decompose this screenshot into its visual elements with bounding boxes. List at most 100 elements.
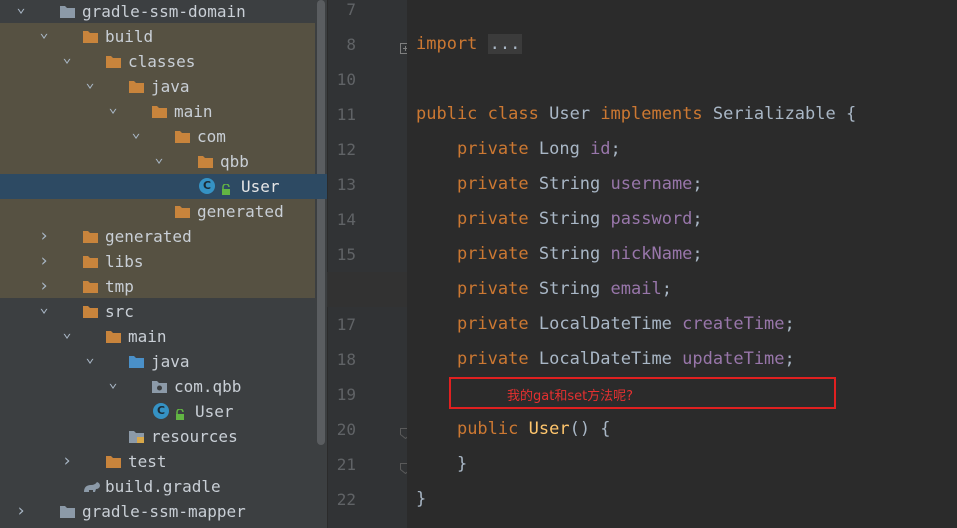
tree-item-label: main [128, 327, 167, 346]
tree-item-label: main [174, 102, 213, 121]
folder-icon [152, 105, 167, 118]
resources-folder-icon [129, 430, 144, 443]
tree-item-label: classes [128, 52, 196, 71]
folder-icon [83, 30, 98, 43]
lock-icon [221, 181, 231, 195]
chevron-down-icon[interactable]: ⌄ [105, 99, 121, 124]
source-folder-icon [129, 355, 144, 368]
chevron-down-icon[interactable]: ⌄ [13, 0, 29, 24]
line-number: 22 [336, 490, 356, 509]
tree-item-build-gradle[interactable]: build.gradle [0, 474, 327, 499]
folder-icon [83, 255, 98, 268]
line-number: 18 [336, 350, 356, 369]
line-number: 19 [336, 385, 356, 404]
tree-item-main[interactable]: ⌄ main [0, 324, 327, 349]
line-number: 15 [336, 245, 356, 264]
chevron-right-icon[interactable]: › [13, 499, 29, 524]
tree-item-label: resources [151, 427, 238, 446]
tree-item-gradle-ssm-domain[interactable]: ⌄ gradle-ssm-domain [0, 0, 327, 24]
code-line-import: import ... [416, 34, 523, 54]
chevron-down-icon[interactable]: ⌄ [59, 324, 75, 349]
tree-item-build[interactable]: ⌄ build [0, 24, 327, 49]
code-line-field-nickName: private String nickName; [456, 244, 703, 264]
code-editor[interactable]: import ... public class User implements … [407, 0, 957, 528]
folder-icon [83, 230, 98, 243]
chevron-right-icon[interactable]: › [36, 249, 52, 274]
tree-item-label: generated [197, 202, 284, 221]
chevron-right-icon[interactable]: › [59, 449, 75, 474]
module-folder-icon [60, 505, 75, 518]
chevron-down-icon[interactable]: ⌄ [59, 49, 75, 74]
folder-icon [106, 55, 121, 68]
tree-item-user[interactable]: C User [0, 174, 327, 199]
package-icon [152, 380, 167, 393]
line-number: 8 [346, 35, 356, 54]
tree-item-com-qbb[interactable]: ⌄ com.qbb [0, 374, 327, 399]
chevron-down-icon[interactable]: ⌄ [128, 124, 144, 149]
code-line-close-inner: } [456, 454, 468, 474]
chevron-down-icon[interactable]: ⌄ [82, 74, 98, 99]
code-line-field-updateTime: private LocalDateTime updateTime; [456, 349, 795, 369]
tree-item-qbb[interactable]: ⌄ qbb [0, 149, 327, 174]
chevron-right-icon[interactable]: › [36, 224, 52, 249]
code-line-field-id: private Long id; [456, 139, 621, 159]
tree-item-generated[interactable]: generated [0, 199, 327, 224]
tree-item-label: com.qbb [174, 377, 242, 396]
tree-item-generated[interactable]: › generated [0, 224, 327, 249]
tree-item-label: com [197, 127, 226, 146]
tree-item-label: java [151, 77, 190, 96]
tree-item-gradle-ssm-mapper[interactable]: › gradle-ssm-mapper [0, 499, 327, 524]
annotation-text: 我的gat和set方法呢? [507, 389, 634, 404]
folder-icon [198, 155, 213, 168]
module-folder-icon [60, 5, 75, 18]
tree-item-label: src [105, 302, 134, 321]
line-number: 11 [336, 105, 356, 124]
chevron-down-icon[interactable]: ⌄ [82, 349, 98, 374]
code-line-class-decl: public class User implements Serializabl… [416, 104, 857, 124]
tree-item-java[interactable]: ⌄ java [0, 349, 327, 374]
tree-item-label: gradle-ssm-domain [82, 2, 246, 21]
tree-item-label: tmp [105, 277, 134, 296]
tree-item-label: gradle-ssm-mapper [82, 502, 246, 521]
editor-gutter: 7810111213141516171819202122 [327, 0, 411, 528]
tree-item-test[interactable]: › test [0, 449, 327, 474]
code-line-field-username: private String username; [456, 174, 703, 194]
line-number: 17 [336, 315, 356, 334]
line-number: 21 [336, 455, 356, 474]
tree-item-label: User [195, 402, 234, 421]
tree-item-java[interactable]: ⌄ java [0, 74, 327, 99]
line-number: 12 [336, 140, 356, 159]
folder-icon [106, 330, 121, 343]
tree-item-user[interactable]: C User [0, 399, 327, 424]
line-number: 7 [346, 0, 356, 19]
tree-item-label: qbb [220, 152, 249, 171]
code-line-field-email: private String email; [456, 279, 672, 299]
tree-item-resources[interactable]: resources [0, 424, 327, 449]
chevron-down-icon[interactable]: ⌄ [36, 24, 52, 49]
tree-item-main[interactable]: ⌄ main [0, 99, 327, 124]
chevron-right-icon[interactable]: › [36, 274, 52, 299]
tree-item-label: test [128, 452, 167, 471]
tree-item-label: generated [105, 227, 192, 246]
folder-icon [129, 80, 144, 93]
folder-icon [175, 205, 190, 218]
chevron-down-icon[interactable]: ⌄ [151, 149, 167, 174]
chevron-down-icon[interactable]: ⌄ [36, 299, 52, 324]
folded-imports[interactable]: ... [487, 34, 523, 54]
tree-item-label: libs [105, 252, 144, 271]
line-number: 14 [336, 210, 356, 229]
tree-item-com[interactable]: ⌄ com [0, 124, 327, 149]
code-line-close-outer: } [416, 489, 427, 509]
gradle-icon [83, 480, 100, 493]
code-line-constructor: public User() { [456, 419, 611, 439]
line-number: 13 [336, 175, 356, 194]
code-line-field-password: private String password; [456, 209, 703, 229]
tree-item-src[interactable]: ⌄ src [0, 299, 327, 324]
tree-item-libs[interactable]: › libs [0, 249, 327, 274]
tree-item-tmp[interactable]: › tmp [0, 274, 327, 299]
folder-icon [83, 305, 98, 318]
tree-item-label: build [105, 27, 154, 46]
tree-item-label: java [151, 352, 190, 371]
tree-item-classes[interactable]: ⌄ classes [0, 49, 327, 74]
chevron-down-icon[interactable]: ⌄ [105, 374, 121, 399]
